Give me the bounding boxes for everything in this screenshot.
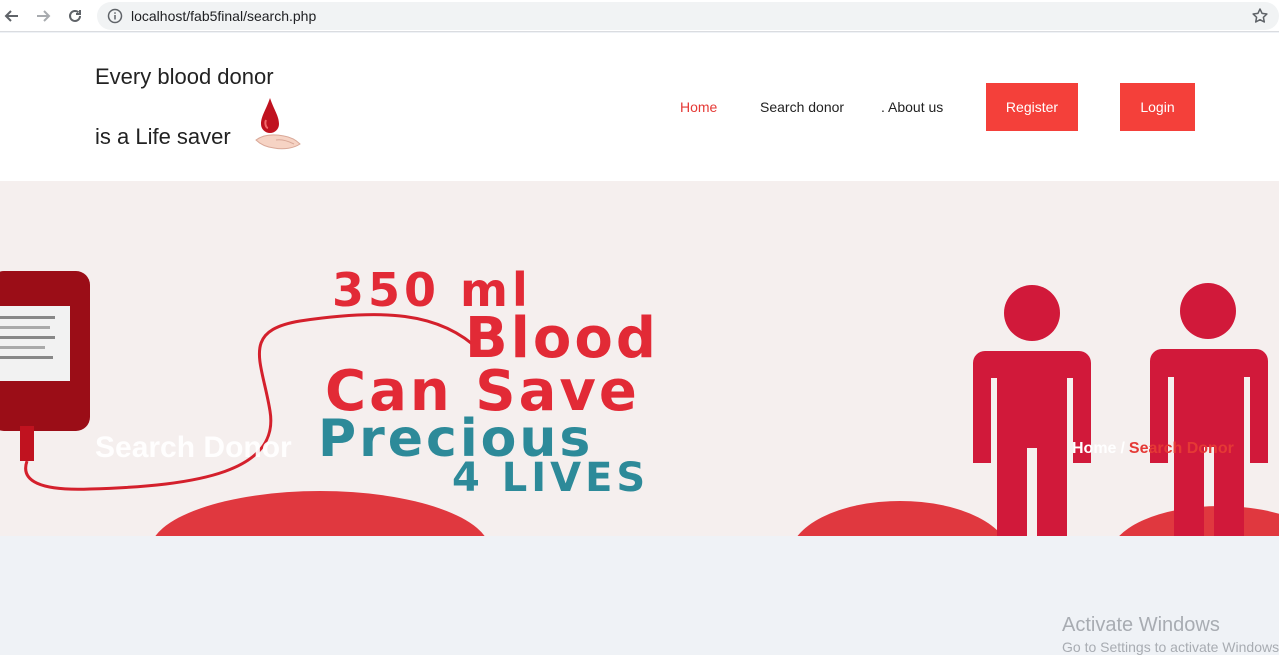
- page-title: Search Donor: [95, 431, 292, 464]
- nav-about-link[interactable]: . About us: [881, 99, 943, 115]
- brand-line-2: is a Life saver: [95, 124, 231, 149]
- breadcrumb: Home / Search Donor: [1072, 440, 1234, 458]
- nav-home-link[interactable]: Home: [680, 99, 717, 115]
- poster-line-4-lives: 4 LIVES: [452, 455, 650, 501]
- url-text[interactable]: localhost/fab5final/search.php: [131, 8, 316, 24]
- nav-search-donor-link[interactable]: Search donor: [760, 99, 844, 115]
- register-button[interactable]: Register: [986, 83, 1078, 131]
- info-icon[interactable]: [107, 8, 123, 24]
- back-arrow-icon[interactable]: [1, 5, 23, 27]
- watermark-title: Activate Windows: [1062, 614, 1220, 636]
- activate-windows-watermark: Activate Windows Go to Settings to activ…: [1062, 614, 1279, 655]
- watermark-subtitle: Go to Settings to activate Windows.: [1062, 639, 1279, 655]
- breadcrumb-separator: /: [1120, 440, 1125, 457]
- hero-banner: 350 ml Blood Can Save Precious 4 LIVES S…: [0, 181, 1279, 536]
- browser-toolbar: localhost/fab5final/search.php: [0, 0, 1279, 32]
- forward-arrow-icon[interactable]: [32, 5, 54, 27]
- address-bar[interactable]: localhost/fab5final/search.php: [97, 2, 1279, 30]
- bookmark-star-icon[interactable]: [1251, 7, 1269, 25]
- brand-line-1: Every blood donor: [95, 64, 274, 89]
- reload-icon[interactable]: [64, 5, 86, 27]
- login-button[interactable]: Login: [1120, 83, 1195, 131]
- blood-drop-hand-icon: [254, 96, 302, 152]
- breadcrumb-home-link[interactable]: Home: [1072, 440, 1116, 457]
- breadcrumb-current: Search Donor: [1128, 440, 1234, 457]
- site-header: Every blood donor is a Life saver Home S…: [0, 33, 1279, 181]
